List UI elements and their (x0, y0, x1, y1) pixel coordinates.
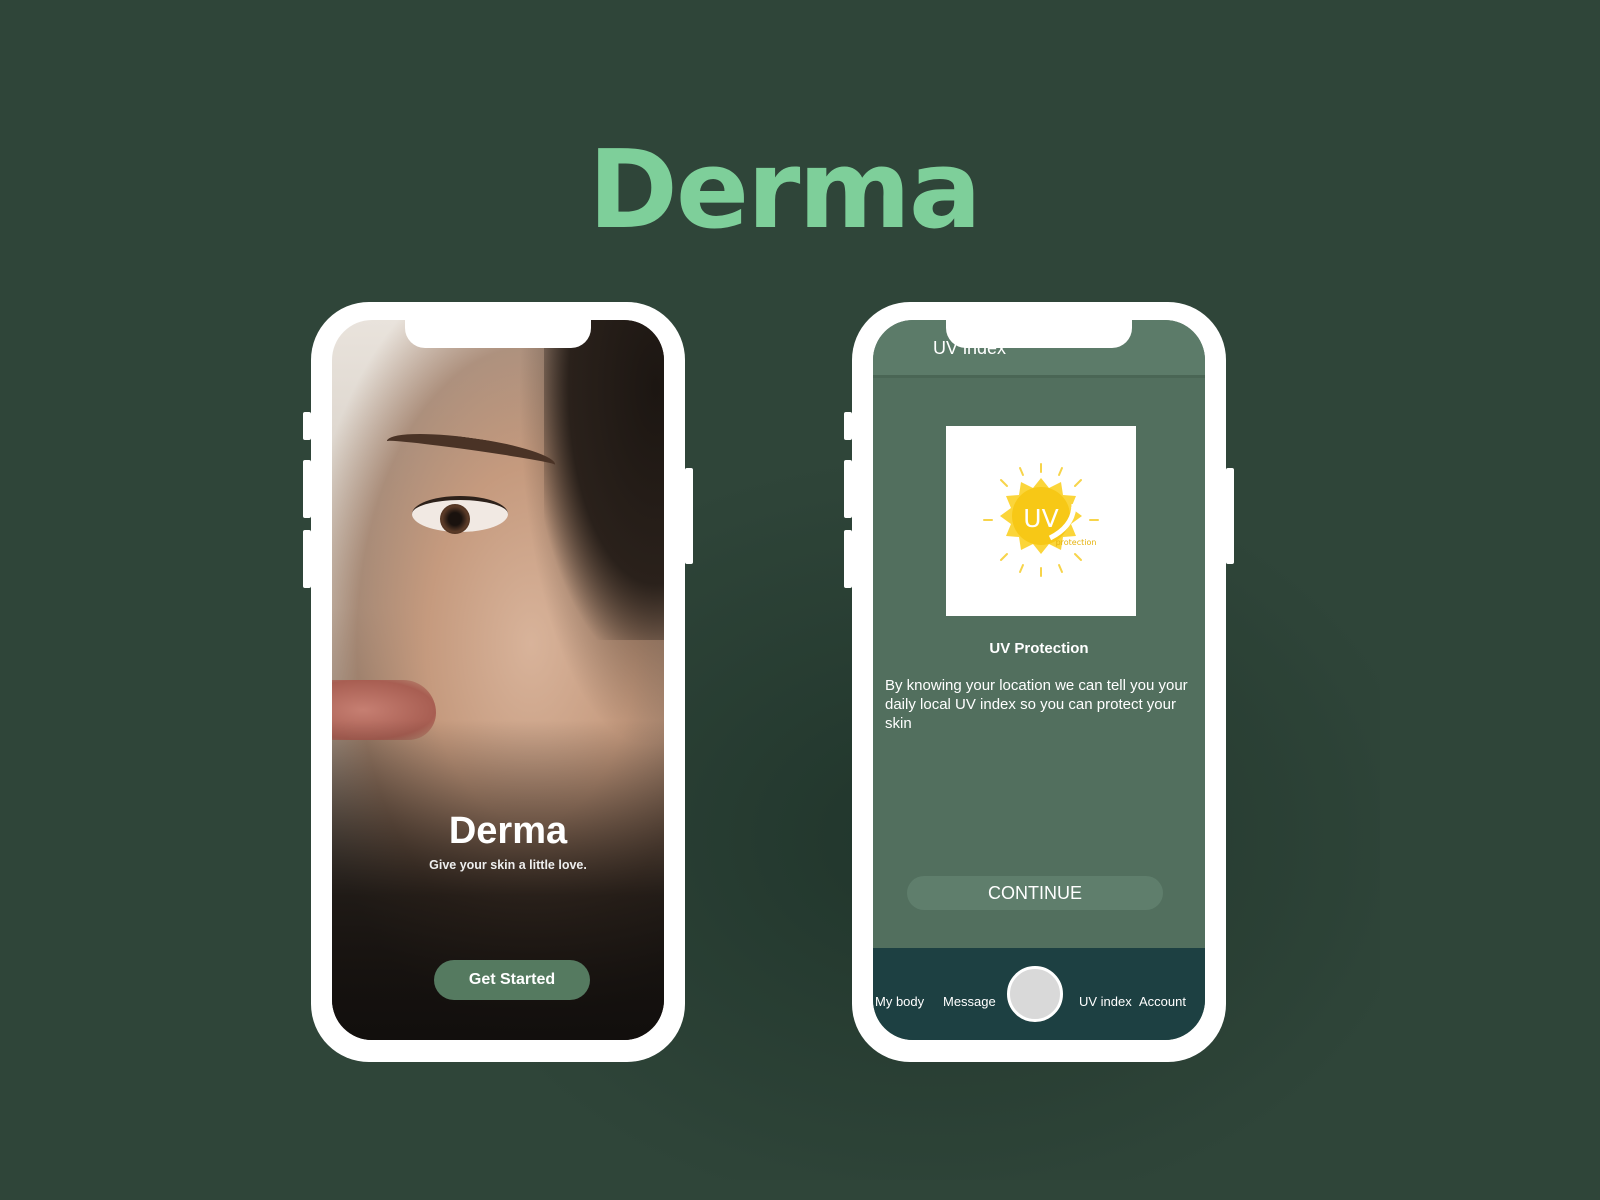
uv-image-subtext: protection (1056, 538, 1097, 547)
splash-title: Derma (448, 810, 568, 852)
photo-eye (412, 496, 508, 534)
phone-uv-mockup: UV index UV protection UV Protection By … (844, 302, 1234, 1062)
photo-eyebrow (384, 426, 558, 480)
bottom-tab-bar: My body Message UV index Account (873, 948, 1205, 1040)
phone-splash-mockup: Derma Give your skin a little love. Get … (303, 302, 693, 1062)
phone-notch (405, 320, 591, 348)
phone-volume-up-button (303, 460, 311, 518)
phone-power-button (685, 468, 693, 564)
tab-my-body[interactable]: My body (875, 994, 924, 1009)
splash-screen: Derma Give your skin a little love. Get … (332, 320, 664, 1040)
camera-button-icon[interactable] (1007, 966, 1063, 1022)
splash-subtitle: Give your skin a little love. (429, 858, 587, 872)
tab-account[interactable]: Account (1139, 994, 1186, 1009)
phone-volume-down-button (303, 530, 311, 588)
phone-side-button (844, 412, 852, 440)
phone-side-button (303, 412, 311, 440)
uv-card-title: UV Protection (989, 640, 1089, 657)
get-started-button[interactable]: Get Started (434, 960, 590, 1000)
uv-image-text: UV (1023, 504, 1058, 533)
uv-index-screen: UV index UV protection UV Protection By … (873, 320, 1205, 1040)
uv-sun-icon: UV protection (983, 463, 1099, 577)
tab-message[interactable]: Message (943, 994, 996, 1009)
continue-button[interactable]: CONTINUE (907, 876, 1163, 910)
phone-volume-down-button (844, 530, 852, 588)
uv-description: By knowing your location we can tell you… (885, 677, 1188, 732)
phone-notch (946, 320, 1132, 348)
phone-power-button (1226, 468, 1234, 564)
model-face-photo (332, 320, 664, 1040)
brand-title: Derma (588, 128, 982, 253)
photo-iris (440, 504, 470, 534)
uv-protection-image: UV protection (946, 426, 1136, 616)
tab-uv-index[interactable]: UV index (1079, 994, 1132, 1009)
photo-hair (544, 320, 664, 640)
phone-volume-up-button (844, 460, 852, 518)
